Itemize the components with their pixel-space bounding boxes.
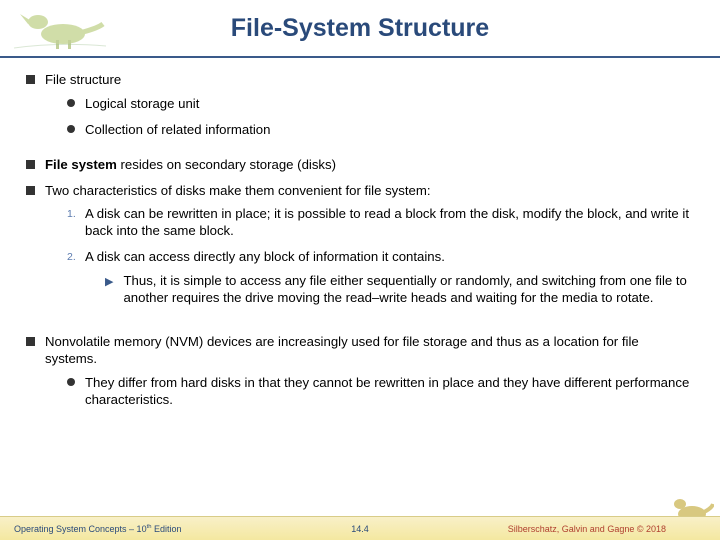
bullet-text: Nonvolatile memory (NVM) devices are inc… (45, 334, 639, 366)
footer-book-title: Operating System Concepts – 10th Edition (14, 524, 508, 534)
square-bullet-icon (26, 186, 35, 195)
subbullet-nvm-differ: They differ from hard disks in that they… (67, 375, 694, 409)
subbullet-text: Logical storage unit (85, 96, 199, 113)
bullet-text: File structure (45, 72, 121, 87)
square-bullet-icon (26, 160, 35, 169)
circle-bullet-icon (67, 378, 75, 386)
subbullet-collection: Collection of related information (67, 122, 694, 139)
bullet-text: Two characteristics of disks make them c… (45, 183, 431, 198)
arrow-subitem: ▶ Thus, it is simple to access any file … (105, 273, 694, 307)
bullet-text: resides on secondary storage (disks) (117, 157, 336, 172)
slide-title: File-System Structure (0, 0, 720, 43)
footer-page-number: 14.4 (351, 524, 369, 534)
number-marker: 1. (67, 208, 85, 240)
subbullet-text: They differ from hard disks in that they… (85, 375, 694, 409)
bullet-two-characteristics: Two characteristics of disks make them c… (26, 183, 694, 325)
circle-bullet-icon (67, 125, 75, 133)
arrow-text: Thus, it is simple to access any file ei… (123, 273, 694, 307)
numbered-text: A disk can access directly any block of … (85, 249, 445, 264)
dinosaur-left-icon (8, 4, 108, 50)
numbered-item-1: 1. A disk can be rewritten in place; it … (67, 206, 694, 240)
bullet-file-system: File system resides on secondary storage… (26, 157, 694, 174)
square-bullet-icon (26, 337, 35, 346)
slide-content: File structure Logical storage unit Coll… (0, 58, 720, 417)
footer-copyright: Silberschatz, Galvin and Gagne © 2018 (508, 524, 666, 534)
circle-bullet-icon (67, 99, 75, 107)
numbered-item-2: 2. A disk can access directly any block … (67, 249, 694, 316)
numbered-text: A disk can be rewritten in place; it is … (85, 206, 694, 240)
slide-footer: Operating System Concepts – 10th Edition… (0, 516, 720, 540)
bullet-nvm: Nonvolatile memory (NVM) devices are inc… (26, 334, 694, 418)
number-marker: 2. (67, 251, 85, 316)
slide-header: File-System Structure (0, 0, 720, 58)
square-bullet-icon (26, 75, 35, 84)
arrow-bullet-icon: ▶ (105, 275, 113, 307)
bullet-file-structure: File structure Logical storage unit Coll… (26, 72, 694, 148)
subbullet-logical-storage: Logical storage unit (67, 96, 694, 113)
bold-term: File system (45, 157, 117, 172)
subbullet-text: Collection of related information (85, 122, 270, 139)
